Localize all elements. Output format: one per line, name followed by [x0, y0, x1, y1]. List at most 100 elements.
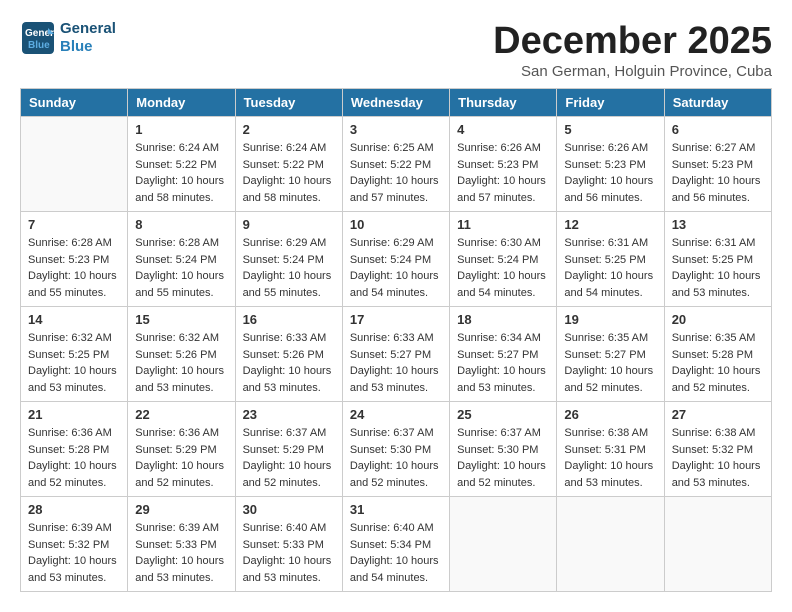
calendar-cell: 5Sunrise: 6:26 AM Sunset: 5:23 PM Daylig…: [557, 117, 664, 212]
day-info: Sunrise: 6:39 AM Sunset: 5:32 PM Dayligh…: [28, 520, 120, 586]
calendar-cell: 29 Sunrise: 6:39 AM Sunset: 5:33 PM Dayli…: [128, 497, 235, 592]
calendar-cell: 11Sunrise: 6:30 AM Sunset: 5:24 PM Dayli…: [450, 212, 557, 307]
day-info: Sunrise: 6:38 AM Sunset: 5:31 PM Dayligh…: [564, 425, 656, 491]
calendar-cell: 2 Sunrise: 6:24 AM Sunset: 5:22 PM Daylig…: [235, 117, 342, 212]
day-info: Sunrise: 6:25 AM Sunset: 5:22 PM Dayligh…: [350, 140, 442, 206]
day-info: Sunrise: 6:35 AM Sunset: 5:28 PM Dayligh…: [672, 330, 764, 396]
day-info: Sunrise: 6:24 AM Sunset: 5:22 PM Dayligh…: [243, 140, 335, 206]
calendar-week-row-2: 7 Sunrise: 6:28 AM Sunset: 5:23 PM Daylig…: [21, 212, 772, 307]
calendar-cell: [664, 497, 771, 592]
day-info: Sunrise: 6:31 AM Sunset: 5:25 PM Dayligh…: [672, 235, 764, 301]
day-info: Sunrise: 6:26 AM Sunset: 5:23 PM Dayligh…: [457, 140, 549, 206]
day-info: Sunrise: 6:29 AM Sunset: 5:24 PM Dayligh…: [243, 235, 335, 301]
day-info: Sunrise: 6:40 AM Sunset: 5:34 PM Dayligh…: [350, 520, 442, 586]
day-info: Sunrise: 6:28 AM Sunset: 5:23 PM Dayligh…: [28, 235, 120, 301]
day-info: Sunrise: 6:32 AM Sunset: 5:25 PM Dayligh…: [28, 330, 120, 396]
calendar-cell: [450, 497, 557, 592]
day-number: 9: [243, 217, 335, 232]
calendar-week-row-3: 14 Sunrise: 6:32 AM Sunset: 5:25 PM Dayli…: [21, 307, 772, 402]
day-number: 5: [564, 122, 656, 137]
calendar-cell: 1Sunrise: 6:24 AM Sunset: 5:22 PM Daylig…: [128, 117, 235, 212]
day-number: 30: [243, 502, 335, 517]
calendar-cell: 24Sunrise: 6:37 AM Sunset: 5:30 PM Dayli…: [342, 402, 449, 497]
calendar-cell: [557, 497, 664, 592]
day-number: 20: [672, 312, 764, 327]
calendar-cell: 16 Sunrise: 6:33 AM Sunset: 5:26 PM Dayli…: [235, 307, 342, 402]
calendar-header-friday: Friday: [557, 89, 664, 117]
day-number: 2: [243, 122, 335, 137]
calendar-cell: 22Sunrise: 6:36 AM Sunset: 5:29 PM Dayli…: [128, 402, 235, 497]
calendar-header-sunday: Sunday: [21, 89, 128, 117]
subtitle: San German, Holguin Province, Cuba: [493, 63, 772, 80]
calendar-header-monday: Monday: [128, 89, 235, 117]
day-number: 16: [243, 312, 335, 327]
calendar-cell: 15 Sunrise: 6:32 AM Sunset: 5:26 PM Dayli…: [128, 307, 235, 402]
day-info: Sunrise: 6:30 AM Sunset: 5:24 PM Dayligh…: [457, 235, 549, 301]
day-number: 1: [135, 122, 227, 137]
day-number: 15: [135, 312, 227, 327]
day-number: 29: [135, 502, 227, 517]
calendar-cell: 28 Sunrise: 6:39 AM Sunset: 5:32 PM Dayli…: [21, 497, 128, 592]
day-info: Sunrise: 6:40 AM Sunset: 5:33 PM Dayligh…: [243, 520, 335, 586]
calendar-header-row: SundayMondayTuesdayWednesdayThursdayFrid…: [21, 89, 772, 117]
day-number: 19: [564, 312, 656, 327]
day-info: Sunrise: 6:34 AM Sunset: 5:27 PM Dayligh…: [457, 330, 549, 396]
calendar-cell: 3Sunrise: 6:25 AM Sunset: 5:22 PM Daylig…: [342, 117, 449, 212]
day-number: 17: [350, 312, 442, 327]
logo-text-line2: Blue: [60, 38, 116, 56]
calendar-header-saturday: Saturday: [664, 89, 771, 117]
calendar-cell: 26 Sunrise: 6:38 AM Sunset: 5:31 PM Dayli…: [557, 402, 664, 497]
day-number: 13: [672, 217, 764, 232]
calendar-cell: 20 Sunrise: 6:35 AM Sunset: 5:28 PM Dayli…: [664, 307, 771, 402]
day-number: 26: [564, 407, 656, 422]
day-number: 12: [564, 217, 656, 232]
day-number: 23: [243, 407, 335, 422]
day-info: Sunrise: 6:29 AM Sunset: 5:24 PM Dayligh…: [350, 235, 442, 301]
calendar-cell: 21 Sunrise: 6:36 AM Sunset: 5:28 PM Dayli…: [21, 402, 128, 497]
day-number: 7: [28, 217, 120, 232]
calendar-cell: 9 Sunrise: 6:29 AM Sunset: 5:24 PM Daylig…: [235, 212, 342, 307]
day-info: Sunrise: 6:39 AM Sunset: 5:33 PM Dayligh…: [135, 520, 227, 586]
logo-text-line1: General: [60, 20, 116, 38]
day-info: Sunrise: 6:37 AM Sunset: 5:29 PM Dayligh…: [243, 425, 335, 491]
day-number: 8: [135, 217, 227, 232]
calendar-cell: 30 Sunrise: 6:40 AM Sunset: 5:33 PM Dayli…: [235, 497, 342, 592]
day-number: 24: [350, 407, 442, 422]
calendar-cell: 10 Sunrise: 6:29 AM Sunset: 5:24 PM Dayli…: [342, 212, 449, 307]
calendar-cell: 19 Sunrise: 6:35 AM Sunset: 5:27 PM Dayli…: [557, 307, 664, 402]
day-number: 21: [28, 407, 120, 422]
day-number: 14: [28, 312, 120, 327]
day-info: Sunrise: 6:37 AM Sunset: 5:30 PM Dayligh…: [457, 425, 549, 491]
calendar-cell: 31Sunrise: 6:40 AM Sunset: 5:34 PM Dayli…: [342, 497, 449, 592]
calendar-cell: [21, 117, 128, 212]
day-info: Sunrise: 6:35 AM Sunset: 5:27 PM Dayligh…: [564, 330, 656, 396]
calendar-cell: 17Sunrise: 6:33 AM Sunset: 5:27 PM Dayli…: [342, 307, 449, 402]
day-info: Sunrise: 6:27 AM Sunset: 5:23 PM Dayligh…: [672, 140, 764, 206]
calendar-cell: 14 Sunrise: 6:32 AM Sunset: 5:25 PM Dayli…: [21, 307, 128, 402]
day-info: Sunrise: 6:31 AM Sunset: 5:25 PM Dayligh…: [564, 235, 656, 301]
day-info: Sunrise: 6:32 AM Sunset: 5:26 PM Dayligh…: [135, 330, 227, 396]
day-number: 18: [457, 312, 549, 327]
logo: General Blue General Blue: [20, 20, 116, 56]
day-number: 27: [672, 407, 764, 422]
calendar-cell: 23 Sunrise: 6:37 AM Sunset: 5:29 PM Dayli…: [235, 402, 342, 497]
calendar-week-row-1: 1 Sunrise: 6:24 AM Sunset: 5:22 PM Daylig…: [21, 117, 772, 212]
calendar-table: SundayMondayTuesdayWednesdayThursdayFrid…: [20, 88, 772, 592]
calendar-cell: 13 Sunrise: 6:31 AM Sunset: 5:25 PM Dayli…: [664, 212, 771, 307]
calendar-cell: 7 Sunrise: 6:28 AM Sunset: 5:23 PM Daylig…: [21, 212, 128, 307]
day-number: 4: [457, 122, 549, 137]
calendar-week-row-5: 28 Sunrise: 6:39 AM Sunset: 5:32 PM Dayli…: [21, 497, 772, 592]
main-title: December 2025: [493, 20, 772, 63]
page-container: General Blue General Blue December 2025 …: [20, 20, 772, 592]
day-info: Sunrise: 6:36 AM Sunset: 5:28 PM Dayligh…: [28, 425, 120, 491]
calendar-cell: 25Sunrise: 6:37 AM Sunset: 5:30 PM Dayli…: [450, 402, 557, 497]
logo-icon: General Blue: [20, 20, 56, 56]
day-info: Sunrise: 6:33 AM Sunset: 5:26 PM Dayligh…: [243, 330, 335, 396]
svg-text:Blue: Blue: [28, 40, 50, 51]
calendar-cell: 18 Sunrise: 6:34 AM Sunset: 5:27 PM Dayli…: [450, 307, 557, 402]
calendar-cell: 8Sunrise: 6:28 AM Sunset: 5:24 PM Daylig…: [128, 212, 235, 307]
calendar-week-row-4: 21 Sunrise: 6:36 AM Sunset: 5:28 PM Dayli…: [21, 402, 772, 497]
day-number: 22: [135, 407, 227, 422]
day-number: 28: [28, 502, 120, 517]
day-number: 10: [350, 217, 442, 232]
